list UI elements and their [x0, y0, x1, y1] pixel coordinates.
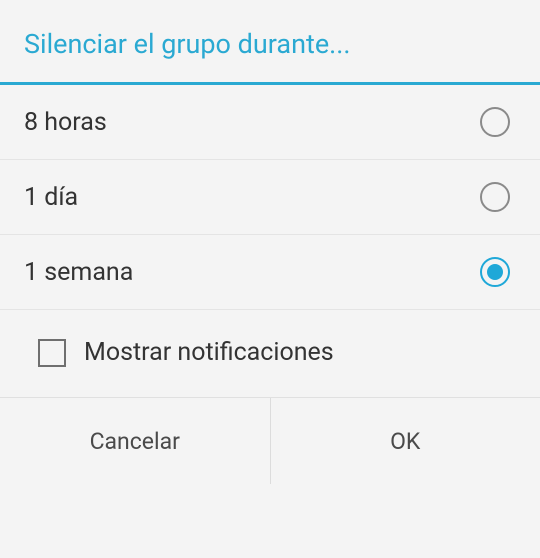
radio-icon [480, 257, 510, 287]
cancel-button[interactable]: Cancelar [0, 398, 271, 484]
option-label: 8 horas [24, 108, 107, 137]
checkbox-label: Mostrar notificaciones [84, 338, 334, 367]
ok-button[interactable]: OK [271, 398, 540, 484]
option-8-horas[interactable]: 8 horas [0, 85, 540, 160]
option-label: 1 día [24, 183, 78, 212]
radio-icon [480, 107, 510, 137]
option-1-semana[interactable]: 1 semana [0, 235, 540, 310]
dialog-title: Silenciar el grupo durante... [0, 0, 540, 85]
show-notifications-row[interactable]: Mostrar notificaciones [0, 310, 540, 398]
mute-dialog: Silenciar el grupo durante... 8 horas 1 … [0, 0, 540, 558]
option-1-dia[interactable]: 1 día [0, 160, 540, 235]
checkbox-icon [38, 339, 66, 367]
option-label: 1 semana [24, 258, 133, 287]
radio-icon [480, 182, 510, 212]
duration-options: 8 horas 1 día 1 semana [0, 85, 540, 310]
dialog-actions: Cancelar OK [0, 398, 540, 484]
